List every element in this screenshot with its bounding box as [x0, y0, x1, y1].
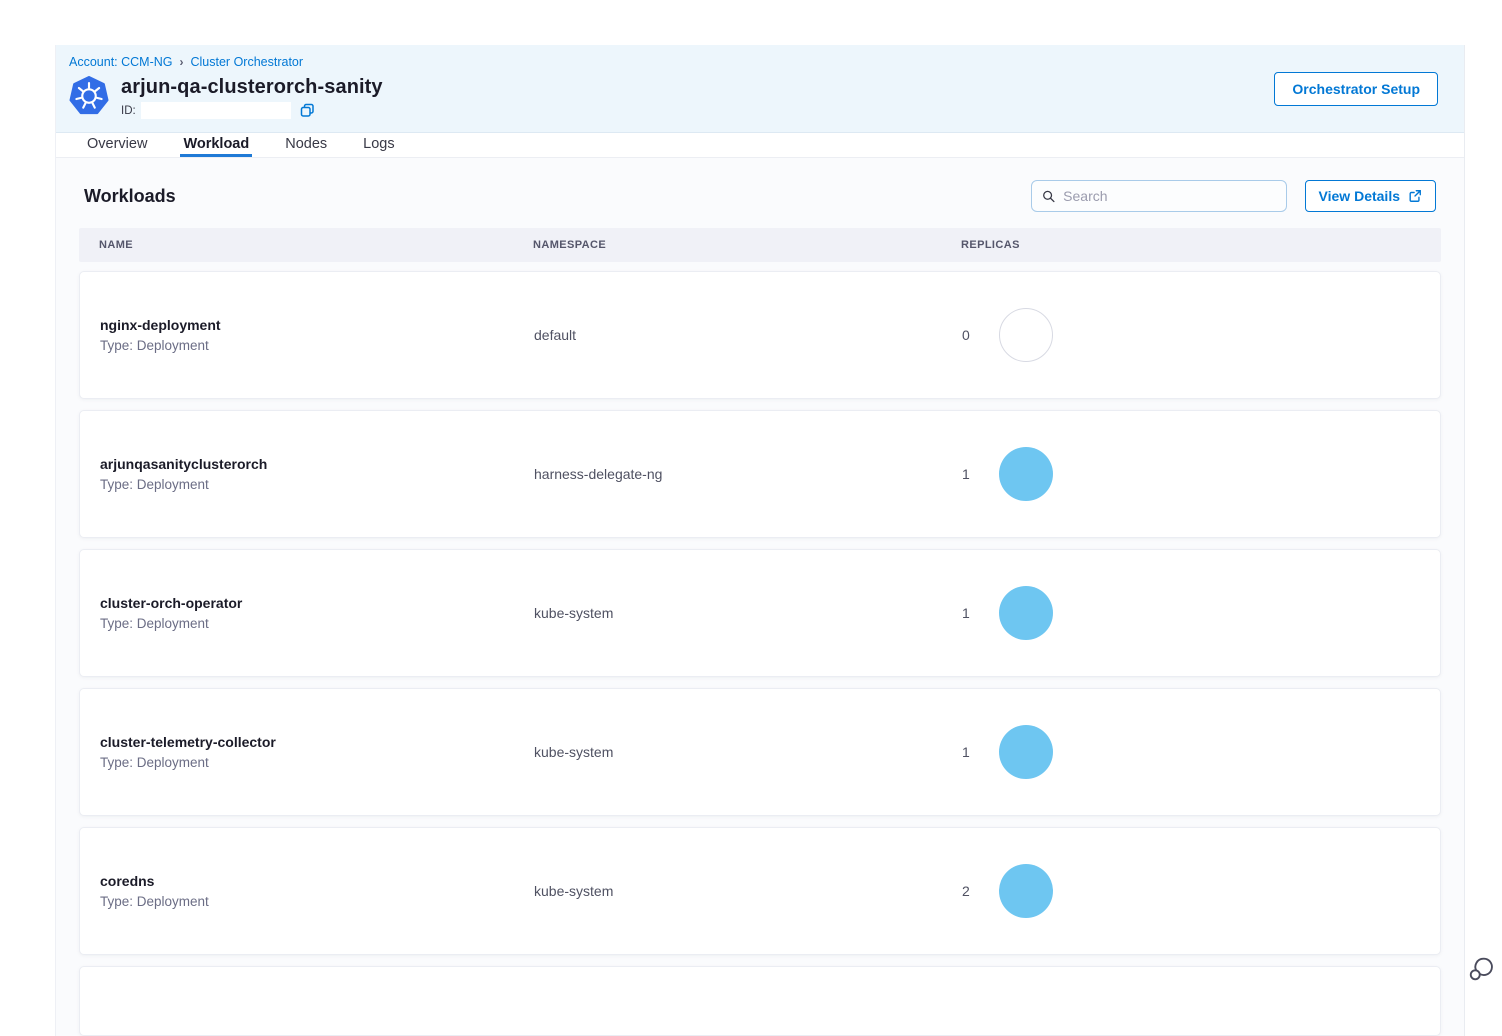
- replica-status-circle: [999, 586, 1053, 640]
- workload-type: Type: Deployment: [100, 894, 534, 909]
- workload-name: cluster-orch-operator: [100, 595, 534, 611]
- breadcrumb-separator-icon: ›: [180, 55, 184, 69]
- column-header-replicas: REPLICAS: [961, 239, 1441, 251]
- section-title-workloads: Workloads: [84, 186, 176, 207]
- tab-workload[interactable]: Workload: [180, 133, 252, 157]
- chat-help-icon[interactable]: [1466, 954, 1496, 984]
- workload-type: Type: Deployment: [100, 477, 534, 492]
- column-header-name: NAME: [99, 239, 533, 251]
- workload-namespace: default: [534, 327, 962, 343]
- cluster-orchestrator-page: Account: CCM-NG › Cluster Orchestrator: [55, 45, 1465, 1036]
- workload-name: coredns: [100, 873, 534, 889]
- workload-name: arjunqasanityclusterorch: [100, 456, 534, 472]
- breadcrumb-account-link[interactable]: Account: CCM-NG: [69, 55, 173, 69]
- id-label: ID:: [121, 105, 136, 117]
- workload-name: cluster-telemetry-collector: [100, 734, 534, 750]
- column-header-namespace: NAMESPACE: [533, 239, 961, 251]
- kubernetes-icon: [69, 76, 109, 116]
- replica-status-circle: [999, 308, 1053, 362]
- tab-bar: Overview Workload Nodes Logs: [56, 133, 1464, 158]
- table-row[interactable]: [79, 966, 1441, 1036]
- search-box[interactable]: [1031, 180, 1287, 212]
- table-header: NAME NAMESPACE REPLICAS: [79, 228, 1441, 262]
- table-row[interactable]: arjunqasanityclusterorch Type: Deploymen…: [79, 410, 1441, 538]
- page-title: arjun-qa-clusterorch-sanity: [121, 76, 383, 99]
- replica-count: 1: [962, 605, 986, 621]
- workload-namespace: harness-delegate-ng: [534, 466, 962, 482]
- workloads-table-body: nginx-deployment Type: Deployment defaul…: [79, 271, 1441, 1036]
- tab-overview[interactable]: Overview: [84, 133, 150, 157]
- workload-type: Type: Deployment: [100, 338, 534, 353]
- table-row[interactable]: coredns Type: Deployment kube-system 2: [79, 827, 1441, 955]
- page-header: Account: CCM-NG › Cluster Orchestrator: [56, 45, 1464, 133]
- workloads-panel: Workloads View Details NAME NAMESPACE RE…: [56, 158, 1464, 1036]
- workload-type: Type: Deployment: [100, 755, 534, 770]
- replica-status-circle: [999, 725, 1053, 779]
- id-value-redacted: [141, 102, 291, 119]
- replica-status-circle: [999, 864, 1053, 918]
- orchestrator-setup-button[interactable]: Orchestrator Setup: [1274, 72, 1438, 106]
- copy-icon[interactable]: [300, 103, 315, 118]
- workload-name: nginx-deployment: [100, 317, 534, 333]
- workload-type: Type: Deployment: [100, 616, 534, 631]
- workload-namespace: kube-system: [534, 883, 962, 899]
- external-link-icon: [1408, 189, 1422, 203]
- table-row[interactable]: cluster-telemetry-collector Type: Deploy…: [79, 688, 1441, 816]
- view-details-label: View Details: [1319, 188, 1400, 204]
- breadcrumb: Account: CCM-NG › Cluster Orchestrator: [69, 55, 1438, 69]
- replica-count: 1: [962, 744, 986, 760]
- search-icon: [1042, 189, 1056, 204]
- table-row[interactable]: cluster-orch-operator Type: Deployment k…: [79, 549, 1441, 677]
- replica-count: 2: [962, 883, 986, 899]
- tab-nodes[interactable]: Nodes: [282, 133, 330, 157]
- search-input[interactable]: [1063, 188, 1275, 204]
- tab-logs[interactable]: Logs: [360, 133, 397, 157]
- workload-namespace: kube-system: [534, 605, 962, 621]
- breadcrumb-current-link[interactable]: Cluster Orchestrator: [191, 55, 304, 69]
- replica-status-circle: [999, 447, 1053, 501]
- replica-count: 0: [962, 327, 986, 343]
- table-row[interactable]: nginx-deployment Type: Deployment defaul…: [79, 271, 1441, 399]
- replica-count: 1: [962, 466, 986, 482]
- workload-namespace: kube-system: [534, 744, 962, 760]
- view-details-button[interactable]: View Details: [1305, 180, 1436, 212]
